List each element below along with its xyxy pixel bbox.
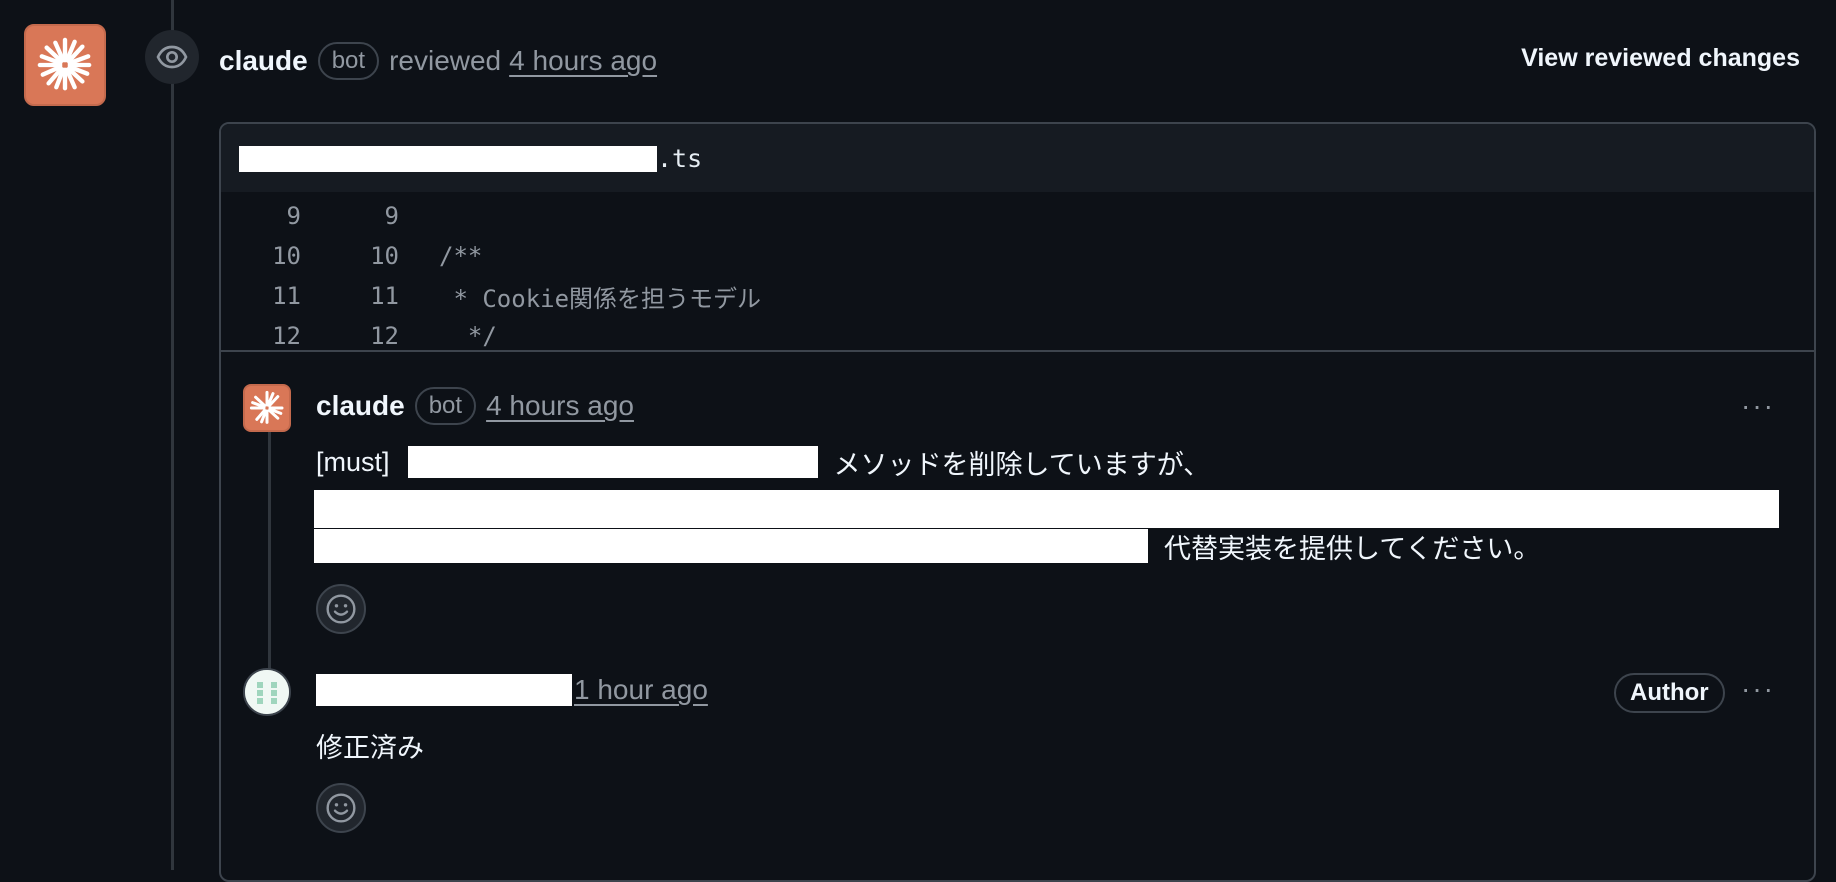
review-header: claude bot reviewed 4 hours ago <box>219 40 657 82</box>
code-snippet: 9 9 10 10 /** 11 11 * Cookie関係を担うモデル 12 … <box>221 192 1814 352</box>
code-line: 10 10 /** <box>221 236 1814 276</box>
bot-badge: bot <box>414 387 477 425</box>
comment-text-part1: メソッドを削除していますが、 <box>833 449 1211 480</box>
comment-author[interactable]: claude <box>316 390 405 422</box>
code-text: /** <box>439 242 483 270</box>
redacted-file-path <box>239 146 657 172</box>
claude-avatar[interactable] <box>24 24 106 106</box>
code-line: 11 11 * Cookie関係を担うモデル <box>221 276 1814 316</box>
add-reaction-button[interactable] <box>316 783 366 833</box>
redacted-text-block <box>314 490 1779 528</box>
comment-time-link[interactable]: 4 hours ago <box>486 390 634 422</box>
redacted-text <box>407 446 818 478</box>
new-line-number[interactable]: 10 <box>301 242 399 270</box>
old-line-number[interactable]: 11 <box>221 282 301 310</box>
timeline-line <box>171 0 174 870</box>
new-line-number[interactable]: 12 <box>301 322 399 350</box>
comment-body-line3: 代替実装を提供してください。 <box>314 528 1540 564</box>
redacted-username[interactable] <box>316 674 572 706</box>
identicon-icon <box>245 670 289 714</box>
review-eye-badge <box>145 30 199 84</box>
comment-more-button[interactable]: ··· <box>1741 673 1775 705</box>
view-reviewed-changes-button[interactable]: View reviewed changes <box>1521 44 1800 73</box>
code-text: * Cookie関係を担うモデル <box>439 284 762 313</box>
code-line: 12 12 */ <box>221 316 1814 356</box>
redacted-text <box>314 529 1148 563</box>
comment-header: 1 hour ago <box>316 670 708 710</box>
comment-body: 修正済み <box>316 733 424 763</box>
thread-connector-line <box>268 430 271 672</box>
author-badge: Author <box>1614 673 1725 713</box>
bot-badge: bot <box>317 42 380 80</box>
claude-logo-icon <box>249 390 284 424</box>
review-time-link[interactable]: 4 hours ago <box>509 45 657 77</box>
comment-body-line1: [must] メソッドを削除していますが、 <box>316 444 1210 480</box>
comment-avatar-claude[interactable] <box>243 384 291 432</box>
smiley-icon <box>326 594 356 624</box>
old-line-number[interactable]: 12 <box>221 322 301 350</box>
new-line-number[interactable]: 11 <box>301 282 399 310</box>
review-action: reviewed <box>389 45 502 76</box>
code-text: */ <box>439 322 497 350</box>
old-line-number[interactable]: 9 <box>221 202 301 230</box>
comment-text-part2: 代替実装を提供してください。 <box>1164 533 1541 564</box>
old-line-number[interactable]: 10 <box>221 242 301 270</box>
comment-avatar-user[interactable] <box>243 668 291 716</box>
code-line: 9 9 <box>221 196 1814 236</box>
review-author[interactable]: claude <box>219 45 308 77</box>
smiley-icon <box>326 793 356 823</box>
comment-time-link[interactable]: 1 hour ago <box>574 674 708 706</box>
comment-more-button[interactable]: ··· <box>1741 390 1775 422</box>
file-extension[interactable]: .ts <box>657 144 702 173</box>
eye-icon <box>156 45 188 69</box>
comment-header: claude bot 4 hours ago <box>316 386 634 426</box>
comment-tag: [must] <box>316 446 390 477</box>
file-header: .ts <box>221 124 1814 192</box>
new-line-number[interactable]: 9 <box>301 202 399 230</box>
add-reaction-button[interactable] <box>316 584 366 634</box>
claude-logo-icon <box>37 37 92 91</box>
